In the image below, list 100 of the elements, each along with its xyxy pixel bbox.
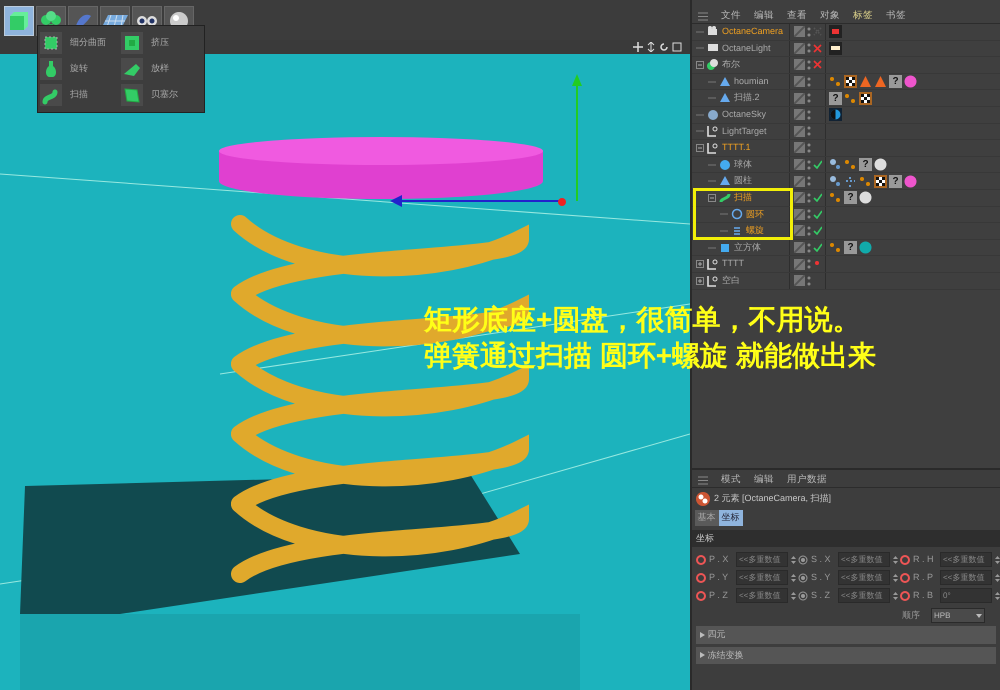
frame-icon[interactable] bbox=[672, 42, 682, 52]
spinner-icon[interactable] bbox=[791, 554, 796, 564]
menu-item[interactable]: 编辑 bbox=[754, 9, 774, 24]
cross-icon[interactable] bbox=[813, 44, 822, 53]
expand-icon[interactable] bbox=[696, 276, 704, 285]
visibility-dots-icon[interactable] bbox=[807, 142, 811, 154]
visibility-dots-icon[interactable] bbox=[807, 274, 811, 287]
visibility-dots-icon[interactable] bbox=[807, 108, 811, 121]
group-header[interactable]: 四元 bbox=[696, 626, 996, 644]
question-tag[interactable]: ? bbox=[844, 191, 857, 204]
checker-icon[interactable] bbox=[859, 92, 872, 105]
menu-item[interactable]: 对象 bbox=[820, 9, 840, 24]
menu-item[interactable]: 查看 bbox=[787, 9, 807, 24]
visibility-dots-icon[interactable] bbox=[807, 224, 811, 237]
menu-item[interactable]: 贝塞尔 bbox=[121, 84, 202, 106]
layer-icon[interactable] bbox=[794, 92, 805, 104]
number-field[interactable]: <<多重数值 bbox=[736, 588, 788, 603]
menu-item[interactable]: 文件 bbox=[721, 9, 741, 24]
object-name[interactable]: 螺旋 bbox=[746, 224, 764, 238]
object-name[interactable]: TTTT bbox=[722, 257, 744, 271]
dot-grid-icon[interactable] bbox=[844, 174, 857, 188]
collapse-icon[interactable] bbox=[708, 194, 716, 202]
dots-icon[interactable] bbox=[859, 174, 872, 188]
layer-icon[interactable] bbox=[794, 126, 805, 137]
collapse-icon[interactable] bbox=[696, 60, 704, 69]
layer-icon[interactable] bbox=[794, 142, 805, 154]
object-name[interactable]: OctaneSky bbox=[722, 108, 766, 122]
menu-item[interactable]: 书签 bbox=[886, 9, 906, 24]
number-field[interactable]: <<多重数值 bbox=[940, 570, 992, 585]
object-name[interactable]: 球体 bbox=[734, 158, 752, 172]
collapse-icon[interactable] bbox=[696, 144, 704, 152]
checker-icon[interactable] bbox=[874, 174, 887, 188]
number-field[interactable]: <<多重数值 bbox=[838, 552, 890, 567]
menu-item[interactable]: 用户数据 bbox=[787, 473, 827, 488]
visibility-dots-icon[interactable] bbox=[807, 175, 811, 188]
layer-icon[interactable] bbox=[794, 59, 805, 70]
menu-item[interactable]: 扫描 bbox=[40, 84, 121, 106]
expand-icon[interactable] bbox=[696, 260, 704, 268]
spinner-icon[interactable] bbox=[893, 572, 898, 582]
tab[interactable]: 基本 bbox=[694, 510, 718, 526]
check-icon[interactable] bbox=[813, 243, 822, 252]
menu-item[interactable]: 放样 bbox=[121, 58, 202, 80]
layer-icon[interactable] bbox=[794, 242, 805, 254]
layer-icon[interactable] bbox=[794, 258, 805, 270]
visibility-dots-icon[interactable] bbox=[807, 26, 811, 38]
visibility-dots-icon[interactable] bbox=[807, 242, 811, 254]
check-icon[interactable] bbox=[813, 226, 822, 236]
dots-icon[interactable] bbox=[829, 75, 842, 88]
check-icon[interactable] bbox=[813, 193, 822, 202]
layer-icon[interactable] bbox=[794, 275, 805, 286]
layer-icon[interactable] bbox=[794, 26, 805, 38]
question-tag[interactable]: ? bbox=[829, 92, 842, 105]
menu-item[interactable]: 挤压 bbox=[121, 32, 202, 54]
visibility-dots-icon[interactable] bbox=[807, 125, 811, 138]
layer-icon[interactable] bbox=[794, 192, 805, 204]
number-field[interactable]: <<多重数值 bbox=[940, 552, 992, 567]
rotate-icon[interactable] bbox=[659, 42, 669, 52]
object-name[interactable]: LightTarget bbox=[722, 124, 767, 138]
visibility-dots-icon[interactable] bbox=[807, 92, 811, 104]
zoom-icon[interactable] bbox=[646, 42, 656, 52]
object-name[interactable]: 布尔 bbox=[722, 58, 740, 72]
object-name[interactable]: 圆环 bbox=[746, 208, 764, 222]
spinner-icon[interactable] bbox=[893, 590, 898, 600]
object-name[interactable]: 空白 bbox=[722, 274, 740, 288]
object-name[interactable]: OctaneLight bbox=[722, 42, 771, 56]
spinner-icon[interactable] bbox=[995, 590, 1000, 600]
points-icon[interactable] bbox=[829, 158, 842, 172]
spinner-icon[interactable] bbox=[995, 554, 1000, 564]
visibility-dots-icon[interactable] bbox=[807, 76, 811, 88]
dots-icon[interactable] bbox=[829, 191, 842, 204]
menu-item[interactable]: 编辑 bbox=[754, 473, 774, 488]
layer-icon[interactable] bbox=[794, 159, 805, 170]
layer-icon[interactable] bbox=[794, 109, 805, 120]
dots-icon[interactable] bbox=[844, 92, 857, 105]
sphere-icon[interactable] bbox=[859, 191, 872, 204]
sphere-icon[interactable] bbox=[904, 75, 917, 88]
sphere-icon[interactable] bbox=[859, 241, 872, 254]
spinner-icon[interactable] bbox=[791, 590, 796, 600]
object-name[interactable]: 扫描.2 bbox=[734, 91, 760, 105]
number-field[interactable]: <<多重数值 bbox=[736, 552, 788, 567]
check-icon[interactable] bbox=[813, 210, 822, 219]
spinner-icon[interactable] bbox=[791, 572, 796, 582]
cross-icon[interactable] bbox=[813, 60, 822, 70]
number-field[interactable]: 0° bbox=[940, 588, 992, 603]
visibility-dots-icon[interactable] bbox=[807, 42, 811, 54]
visibility-dots-icon[interactable] bbox=[807, 58, 811, 71]
sphere-icon[interactable] bbox=[904, 174, 917, 188]
check-icon[interactable] bbox=[813, 160, 822, 170]
visibility-dots-icon[interactable] bbox=[807, 192, 811, 204]
layer-icon[interactable] bbox=[794, 208, 805, 220]
question-tag[interactable]: ? bbox=[889, 174, 902, 188]
order-dropdown[interactable]: HPB bbox=[931, 608, 985, 623]
object-name[interactable]: OctaneCamera bbox=[722, 25, 784, 39]
spinner-icon[interactable] bbox=[893, 554, 898, 564]
object-name[interactable]: 圆柱 bbox=[734, 174, 752, 188]
group-header[interactable]: 冻结变换 bbox=[696, 646, 996, 664]
points-icon[interactable] bbox=[829, 174, 842, 188]
menu-item[interactable]: 旋转 bbox=[40, 58, 121, 80]
number-field[interactable]: <<多重数值 bbox=[838, 588, 890, 603]
spinner-icon[interactable] bbox=[995, 572, 1000, 582]
